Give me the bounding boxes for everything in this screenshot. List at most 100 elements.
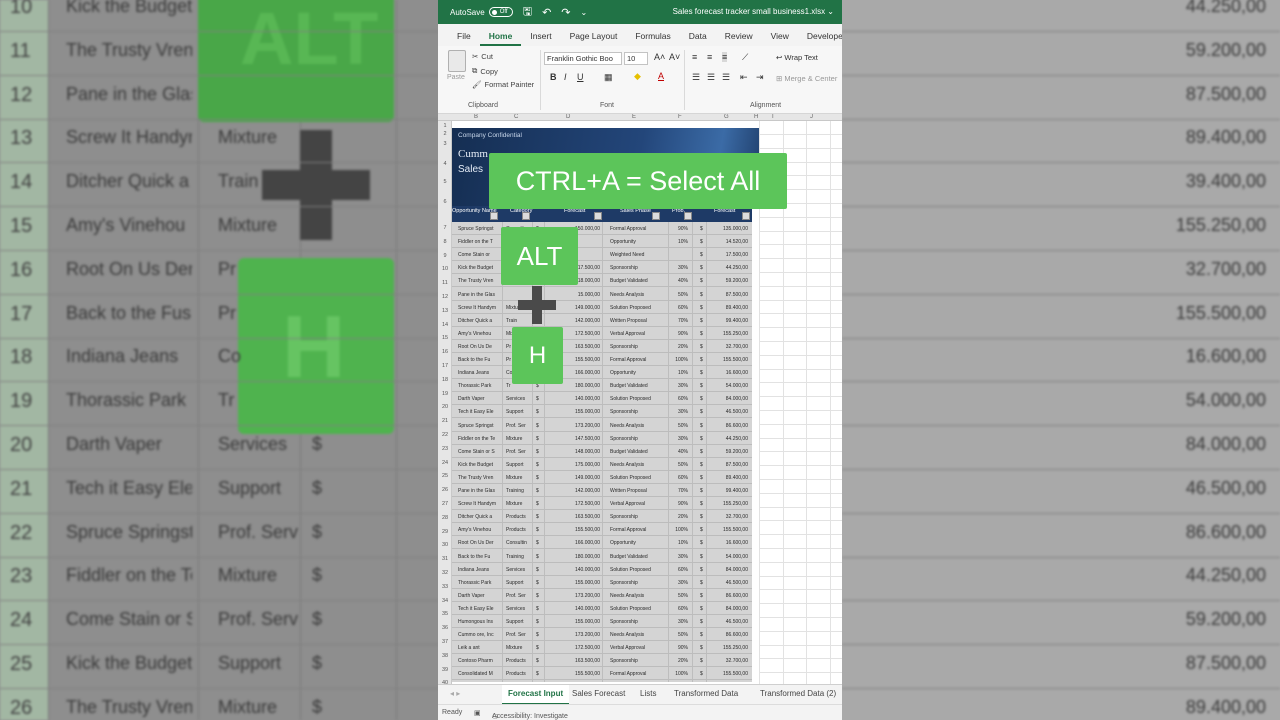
- opportunity-name-cell[interactable]: Indiana Jeans: [458, 370, 500, 376]
- amount-cell[interactable]: 163.500,00: [548, 514, 600, 520]
- forecast-cell[interactable]: 44.250,00: [708, 265, 748, 271]
- table-row[interactable]: Amy's Vinehou Products $155.500,00 Formal A…: [452, 523, 752, 537]
- currency-cell[interactable]: $: [536, 567, 542, 573]
- forecast-cell[interactable]: 44.250,00: [708, 436, 748, 442]
- row-header[interactable]: 18: [439, 377, 451, 383]
- column-header-g[interactable]: G: [724, 114, 729, 120]
- currency-cell[interactable]: $: [700, 449, 706, 455]
- table-row[interactable]: Screw It Handym Mixture $172.500,00 Verbal …: [452, 497, 752, 511]
- forecast-cell[interactable]: 14.520,00: [708, 239, 748, 245]
- align-center-icon[interactable]: ☰: [707, 72, 715, 83]
- currency-cell[interactable]: $: [700, 567, 706, 573]
- column-header-b[interactable]: B: [474, 114, 478, 120]
- opportunity-name-cell[interactable]: Contoso Pharm: [458, 658, 500, 664]
- opportunity-name-cell[interactable]: Amy's Vinehou: [458, 527, 500, 533]
- row-header[interactable]: 2: [439, 131, 451, 137]
- row-header[interactable]: 27: [439, 501, 451, 507]
- amount-cell[interactable]: 155.000,00: [548, 409, 600, 415]
- forecast-cell[interactable]: 155.250,00: [708, 501, 748, 507]
- table-row[interactable]: Kick the Budget$17.500,00Sponsorship30%$…: [452, 261, 752, 275]
- currency-cell[interactable]: $: [700, 226, 706, 232]
- row-header[interactable]: 6: [439, 199, 451, 205]
- currency-cell[interactable]: $: [536, 436, 542, 442]
- probability-cell[interactable]: 50%: [674, 593, 688, 599]
- probability-cell[interactable]: 20%: [674, 344, 688, 350]
- amount-cell[interactable]: 173.200,00: [548, 632, 600, 638]
- redo-icon[interactable]: ↷: [561, 6, 570, 19]
- sheet-tab-sales-forecast[interactable]: Sales Forecast: [572, 689, 625, 698]
- data-table[interactable]: Spruce SpringstConsulti$150.000,00Formal…: [452, 222, 752, 682]
- opportunity-name-cell[interactable]: Root On Us De: [458, 344, 500, 350]
- tab-data[interactable]: Data: [680, 31, 716, 46]
- row-header[interactable]: 35: [439, 611, 451, 617]
- forecast-cell[interactable]: 84.000,00: [708, 396, 748, 402]
- row-header[interactable]: 25: [439, 473, 451, 479]
- table-row[interactable]: Pane in the Glas$15.000,00Needs Analysis…: [452, 288, 752, 301]
- sales-phase-cell[interactable]: Budget Validated: [610, 278, 666, 284]
- autosave-toggle[interactable]: Off: [488, 7, 513, 17]
- amount-cell[interactable]: 155.000,00: [548, 580, 600, 586]
- table-row[interactable]: Spruce Springst Prof. Ser $173.200,00 Needs…: [452, 419, 752, 432]
- sales-phase-cell[interactable]: Verbal Approval: [610, 501, 666, 507]
- forecast-cell[interactable]: 155.500,00: [708, 671, 748, 677]
- row-header[interactable]: 15: [439, 335, 451, 341]
- table-row[interactable]: Thorassic Park Support $155.000,00 Sponsors…: [452, 576, 752, 589]
- opportunity-name-cell[interactable]: Ditcher Quick a: [458, 514, 500, 520]
- currency-cell[interactable]: $: [700, 619, 706, 625]
- customize-toolbar-icon[interactable]: ⌄: [581, 8, 588, 17]
- amount-cell[interactable]: 180.000,00: [548, 554, 600, 560]
- category-cell[interactable]: Prof. Ser: [506, 632, 530, 638]
- row-header[interactable]: 5: [439, 179, 451, 185]
- forecast-cell[interactable]: 46.500,00: [708, 409, 748, 415]
- table-row[interactable]: Fiddler on the T$Opportunity10%$14.520,0…: [452, 235, 752, 249]
- opportunity-name-cell[interactable]: Kick the Budget: [458, 265, 500, 271]
- forecast-cell[interactable]: 87.500,00: [708, 462, 748, 468]
- row-header[interactable]: 10: [439, 266, 451, 272]
- fill-color-icon[interactable]: ◆: [634, 71, 641, 82]
- currency-cell[interactable]: $: [700, 252, 706, 258]
- sales-phase-cell[interactable]: Solution Proposed: [610, 606, 666, 612]
- category-cell[interactable]: Support: [506, 462, 530, 468]
- amount-cell[interactable]: 175.000,00: [548, 462, 600, 468]
- amount-cell[interactable]: 172.500,00: [548, 645, 600, 651]
- forecast-cell[interactable]: 155.500,00: [708, 527, 748, 533]
- opportunity-name-cell[interactable]: Come Stain or: [458, 252, 500, 258]
- category-cell[interactable]: Support: [506, 619, 530, 625]
- opportunity-name-cell[interactable]: Back to the Fu: [458, 357, 500, 363]
- currency-cell[interactable]: $: [536, 593, 542, 599]
- paste-icon[interactable]: [448, 50, 466, 72]
- opportunity-name-cell[interactable]: Screw It Handym: [458, 501, 500, 507]
- probability-cell[interactable]: 60%: [674, 475, 688, 481]
- probability-cell[interactable]: 70%: [674, 318, 688, 324]
- row-header[interactable]: 21: [439, 418, 451, 424]
- italic-icon[interactable]: I: [564, 72, 567, 82]
- amount-cell[interactable]: 147.500,00: [548, 436, 600, 442]
- tab-view[interactable]: View: [762, 31, 798, 46]
- category-cell[interactable]: Services: [506, 396, 530, 402]
- sheet-nav-arrows[interactable]: ◂ ▸: [450, 689, 460, 698]
- forecast-cell[interactable]: 86.600,00: [708, 632, 748, 638]
- tab-page-layout[interactable]: Page Layout: [561, 31, 627, 46]
- row-header[interactable]: 37: [439, 639, 451, 645]
- opportunity-name-cell[interactable]: Thorassic Park: [458, 383, 500, 389]
- forecast-cell[interactable]: 99.400,00: [708, 488, 748, 494]
- probability-cell[interactable]: 60%: [674, 305, 688, 311]
- forecast-cell[interactable]: 155.500,00: [708, 357, 748, 363]
- sales-phase-cell[interactable]: Formal Approval: [610, 357, 666, 363]
- forecast-cell[interactable]: 32.700,00: [708, 344, 748, 350]
- sales-phase-cell[interactable]: Needs Analysis: [610, 632, 666, 638]
- sales-phase-cell[interactable]: Needs Analysis: [610, 593, 666, 599]
- opportunity-name-cell[interactable]: Humongous Ins: [458, 619, 500, 625]
- table-row[interactable]: The Trusty Vren Mixture $149.000,00 Solutio…: [452, 471, 752, 484]
- forecast-cell[interactable]: 32.700,00: [708, 658, 748, 664]
- forecast-cell[interactable]: 54.000,00: [708, 383, 748, 389]
- currency-cell[interactable]: $: [536, 632, 542, 638]
- probability-cell[interactable]: 10%: [674, 239, 688, 245]
- currency-cell[interactable]: $: [536, 423, 542, 429]
- forecast-cell[interactable]: 16.600,00: [708, 370, 748, 376]
- row-header[interactable]: 14: [439, 322, 451, 328]
- sheet-tab-transformed-data-2-[interactable]: Transformed Data (2): [760, 689, 836, 698]
- row-header[interactable]: 17: [439, 363, 451, 369]
- row-header[interactable]: 13: [439, 308, 451, 314]
- probability-cell[interactable]: 30%: [674, 436, 688, 442]
